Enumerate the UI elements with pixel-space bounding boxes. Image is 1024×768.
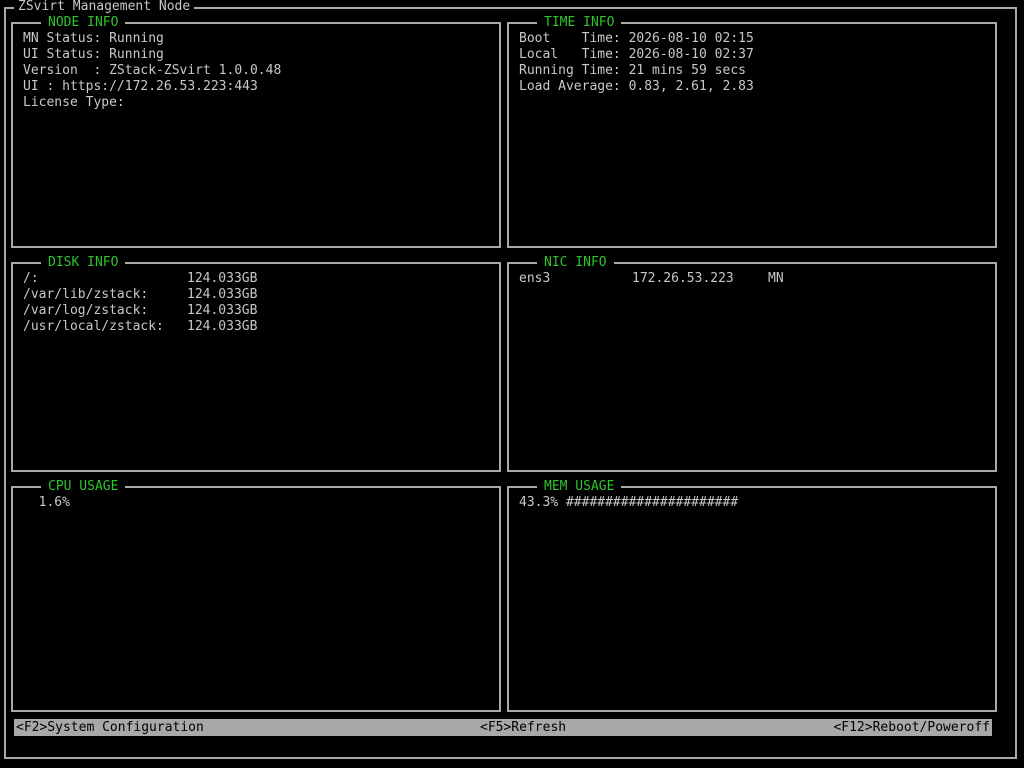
nic-info-panel: NIC INFO ens3 172.26.53.223 MN: [507, 255, 997, 472]
ui-status: UI Status: Running: [23, 47, 164, 62]
system-configuration-key[interactable]: <F2>System Configuration: [16, 719, 204, 736]
mem-usage-panel: MEM USAGE 43.3% ######################: [507, 479, 997, 712]
nic-info-title: NIC INFO: [537, 255, 614, 271]
disk-path: /:: [23, 271, 39, 286]
license-type: License Type:: [23, 95, 125, 110]
disk-info-body: /: 124.033GB /var/lib/zstack: 124.033GB …: [23, 271, 495, 335]
nic-name: ens3: [519, 271, 551, 286]
ui-url: UI : https://172.26.53.223:443: [23, 79, 258, 94]
version: Version : ZStack-ZSvirt 1.0.0.48: [23, 63, 282, 78]
mem-usage-value: 43.3% ######################: [519, 495, 739, 510]
cpu-usage-value: 1.6%: [23, 495, 70, 510]
running-time: Running Time: 21 mins 59 secs: [519, 63, 746, 78]
cpu-usage-title: CPU USAGE: [41, 479, 126, 495]
boot-time: Boot Time: 2026-08-10 02:15: [519, 31, 754, 46]
nic-row: ens3 172.26.53.223 MN: [519, 271, 991, 287]
disk-row: /usr/local/zstack: 124.033GB: [23, 319, 495, 335]
disk-info-panel: DISK INFO /: 124.033GB /var/lib/zstack: …: [11, 255, 501, 472]
nic-role: MN: [768, 271, 784, 286]
footer-bar: <F2>System Configuration <F5>Refresh <F1…: [14, 719, 992, 736]
mem-usage-body: 43.3% ######################: [519, 495, 991, 511]
node-info-panel: NODE INFO MN Status: Running UI Status: …: [11, 15, 501, 248]
refresh-key[interactable]: <F5>Refresh: [480, 719, 566, 736]
reboot-poweroff-key[interactable]: <F12>Reboot/Poweroff: [833, 719, 990, 736]
disk-row: /var/log/zstack: 124.033GB: [23, 303, 495, 319]
disk-size: 124.033GB: [187, 319, 258, 334]
time-info-title: TIME INFO: [537, 15, 622, 31]
mn-status: MN Status: Running: [23, 31, 164, 46]
disk-row: /var/lib/zstack: 124.033GB: [23, 287, 495, 303]
node-info-body: MN Status: Running UI Status: Running Ve…: [23, 31, 495, 111]
nic-info-body: ens3 172.26.53.223 MN: [519, 271, 991, 287]
load-average: Load Average: 0.83, 2.61, 2.83: [519, 79, 754, 94]
local-time: Local Time: 2026-08-10 02:37: [519, 47, 754, 62]
window-title: ZSvirt Management Node: [14, 0, 195, 14]
node-info-title: NODE INFO: [41, 15, 126, 31]
cpu-usage-panel: CPU USAGE 1.6%: [11, 479, 501, 712]
cpu-usage-body: 1.6%: [23, 495, 495, 511]
disk-size: 124.033GB: [187, 303, 258, 318]
nic-ip: 172.26.53.223: [632, 271, 734, 286]
disk-size: 124.033GB: [187, 271, 258, 286]
disk-path: /usr/local/zstack:: [23, 319, 164, 334]
disk-row: /: 124.033GB: [23, 271, 495, 287]
disk-path: /var/log/zstack:: [23, 303, 149, 318]
mem-usage-title: MEM USAGE: [537, 479, 622, 495]
disk-size: 124.033GB: [187, 287, 258, 302]
disk-info-title: DISK INFO: [41, 255, 126, 271]
disk-path: /var/lib/zstack:: [23, 287, 149, 302]
time-info-body: Boot Time: 2026-08-10 02:15 Local Time: …: [519, 31, 991, 95]
time-info-panel: TIME INFO Boot Time: 2026-08-10 02:15 Lo…: [507, 15, 997, 248]
